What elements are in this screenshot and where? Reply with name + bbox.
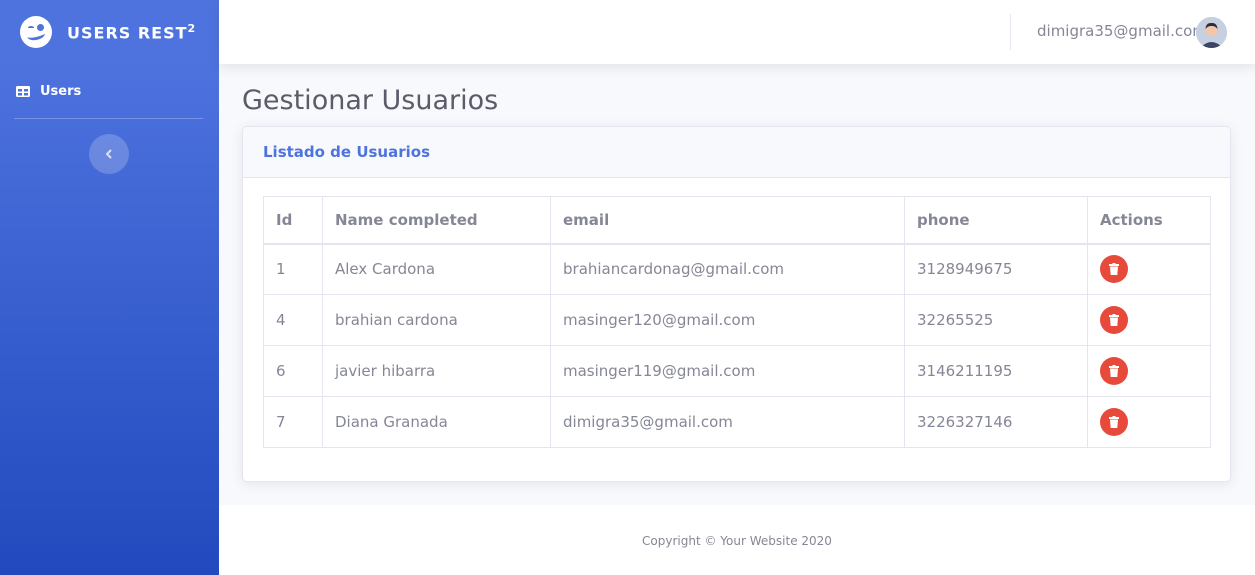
cell-phone: 3128949675: [904, 243, 1088, 295]
sidebar-item-label: Users: [40, 83, 82, 99]
cell-email: masinger120@gmail.com: [550, 294, 905, 346]
table-header-row: Id Name completed email phone Actions: [263, 196, 1211, 245]
trash-icon: [1109, 263, 1119, 276]
cell-phone: 3226327146: [904, 396, 1088, 448]
laugh-wink-icon: [20, 16, 52, 48]
sidebar-item-users[interactable]: Users: [0, 64, 219, 118]
column-header-actions: Actions: [1087, 196, 1211, 245]
table-row: 1 Alex Cardona brahiancardonag@gmail.com…: [263, 243, 1211, 295]
column-header-phone[interactable]: phone: [904, 196, 1088, 245]
trash-icon: [1109, 365, 1119, 377]
user-avatar[interactable]: [1196, 17, 1227, 48]
cell-actions: [1087, 345, 1211, 397]
footer: Copyright © Your Website 2020: [219, 505, 1255, 575]
sidebar: USERS REST2 Users: [0, 0, 219, 575]
page-title: Gestionar Usuarios: [242, 85, 499, 116]
user-email[interactable]: dimigra35@gmail.com: [1037, 22, 1207, 40]
table-row: 7 Diana Granada dimigra35@gmail.com 3226…: [263, 396, 1211, 448]
avatar-icon: [1196, 17, 1227, 48]
users-table: Id Name completed email phone Actions 1 …: [263, 196, 1211, 448]
cell-phone: 32265525: [904, 294, 1088, 346]
sidebar-toggle-button[interactable]: [89, 134, 129, 174]
cell-name: brahian cardona: [322, 294, 551, 346]
column-header-email[interactable]: email: [550, 196, 905, 245]
cell-id: 6: [263, 345, 323, 397]
delete-button[interactable]: [1100, 255, 1128, 284]
brand[interactable]: USERS REST2: [0, 0, 219, 64]
trash-icon: [1109, 314, 1119, 326]
cell-actions: [1087, 396, 1211, 448]
column-header-name[interactable]: Name completed: [322, 196, 551, 245]
delete-button[interactable]: [1100, 357, 1128, 385]
column-header-id[interactable]: Id: [263, 196, 323, 245]
cell-email: brahiancardonag@gmail.com: [550, 243, 905, 295]
table-row: 4 brahian cardona masinger120@gmail.com …: [263, 294, 1211, 346]
cell-id: 1: [263, 243, 323, 295]
cell-phone: 3146211195: [904, 345, 1088, 397]
topbar: dimigra35@gmail.com: [219, 0, 1255, 64]
users-card: Listado de Usuarios Id Name completed em…: [242, 126, 1231, 482]
delete-button[interactable]: [1100, 306, 1128, 334]
cell-email: masinger119@gmail.com: [550, 345, 905, 397]
chevron-left-icon: [105, 149, 112, 159]
cell-id: 7: [263, 396, 323, 448]
cell-actions: [1087, 294, 1211, 346]
table-icon: [16, 85, 30, 97]
cell-name: javier hibarra: [322, 345, 551, 397]
card-title: Listado de Usuarios: [263, 143, 430, 161]
delete-button[interactable]: [1100, 408, 1128, 436]
table-row: 6 javier hibarra masinger119@gmail.com 3…: [263, 345, 1211, 397]
brand-title: USERS REST2: [67, 21, 197, 43]
copyright-text: Copyright © Your Website 2020: [642, 534, 832, 548]
topbar-divider: [1010, 14, 1011, 50]
cell-name: Alex Cardona: [322, 243, 551, 295]
card-header: Listado de Usuarios: [243, 127, 1230, 178]
cell-email: dimigra35@gmail.com: [550, 396, 905, 448]
cell-name: Diana Granada: [322, 396, 551, 448]
trash-icon: [1109, 416, 1119, 428]
cell-id: 4: [263, 294, 323, 346]
cell-actions: [1087, 243, 1211, 295]
sidebar-divider: [14, 118, 203, 119]
